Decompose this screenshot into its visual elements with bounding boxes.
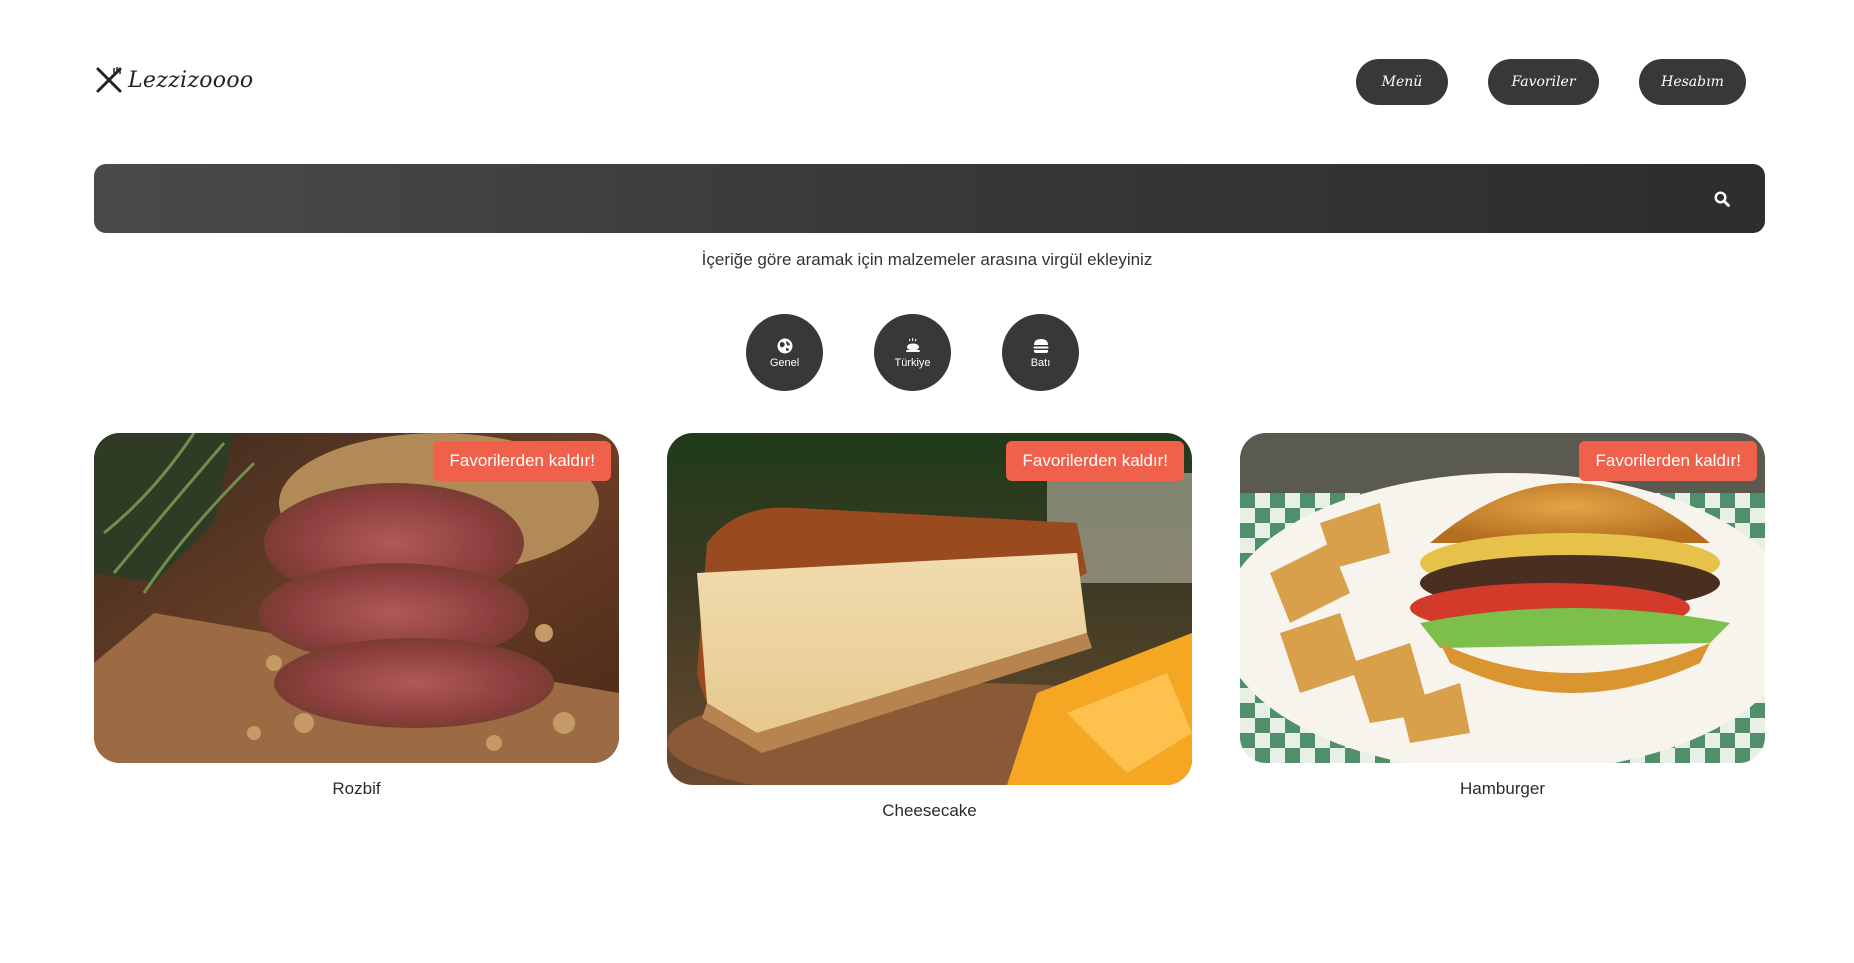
globe-icon xyxy=(777,338,792,353)
favorites-button[interactable]: Favoriler xyxy=(1488,59,1599,105)
hamburger-image[interactable]: Favorilerden kaldır! xyxy=(1240,433,1765,763)
category-turkiye-label: Türkiye xyxy=(894,356,931,369)
category-genel-label: Genel xyxy=(769,356,800,369)
search-button[interactable] xyxy=(1709,186,1735,212)
logo-text: Lezzizoooo xyxy=(128,67,254,93)
fork-knife-icon xyxy=(96,67,122,93)
recipe-title[interactable]: Cheesecake xyxy=(667,801,1192,821)
cheesecake-image[interactable]: Favorilerden kaldır! xyxy=(667,433,1192,785)
search-hint: İçeriğe göre aramak için malzemeler aras… xyxy=(701,250,1153,269)
category-genel[interactable]: Genel xyxy=(746,314,823,391)
remove-favorite-button[interactable]: Favorilerden kaldır! xyxy=(1579,441,1757,481)
search-bar xyxy=(94,164,1765,233)
recipe-title[interactable]: Rozbif xyxy=(94,779,619,799)
recipe-card[interactable]: Favorilerden kaldır! Cheesecake xyxy=(667,433,1192,821)
search-input[interactable] xyxy=(114,164,1674,233)
remove-favorite-button[interactable]: Favorilerden kaldır! xyxy=(1006,441,1184,481)
roast-beef-image[interactable]: Favorilerden kaldır! xyxy=(94,433,619,763)
turkey-dish-icon xyxy=(905,337,920,352)
logo[interactable]: Lezzizoooo xyxy=(94,65,253,95)
recipe-card[interactable]: Favorilerden kaldır! Hamburger xyxy=(1240,433,1765,799)
remove-favorite-button[interactable]: Favorilerden kaldır! xyxy=(433,441,611,481)
main-nav: Menü Favoriler Hesabım xyxy=(1356,59,1746,105)
header: Lezzizoooo Menü Favoriler Hesabım xyxy=(94,59,1746,105)
category-turkiye[interactable]: Türkiye xyxy=(874,314,951,391)
recipe-title[interactable]: Hamburger xyxy=(1240,779,1765,799)
menu-button[interactable]: Menü xyxy=(1356,59,1448,105)
recipe-card[interactable]: Favorilerden kaldır! Rozbif xyxy=(94,433,619,799)
category-bati[interactable]: Batı xyxy=(1002,314,1079,391)
search-icon xyxy=(1714,191,1730,207)
burger-icon xyxy=(1033,338,1048,353)
category-filters: Genel Türkiye Batı xyxy=(746,314,1079,391)
category-bati-label: Batı xyxy=(1030,356,1051,369)
account-button[interactable]: Hesabım xyxy=(1639,59,1746,105)
